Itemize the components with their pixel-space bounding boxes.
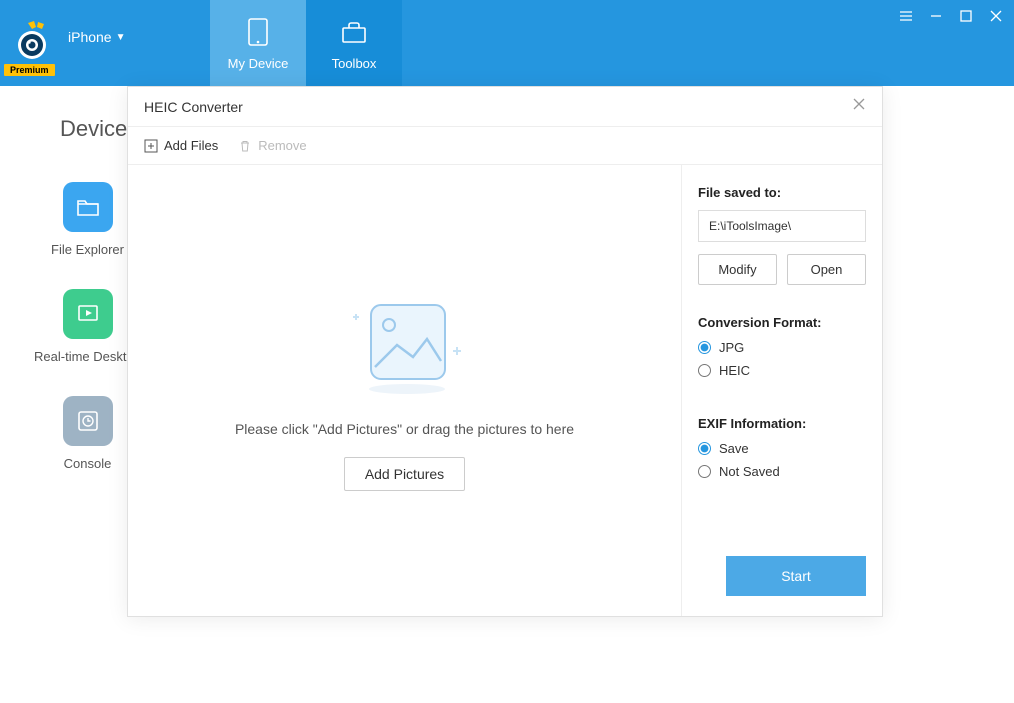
close-icon[interactable] (986, 6, 1006, 26)
window-controls (896, 6, 1006, 26)
dialog-body: Please click "Add Pictures" or drag the … (128, 165, 882, 616)
radio-heic[interactable]: HEIC (698, 363, 866, 378)
add-pictures-button[interactable]: Add Pictures (344, 457, 465, 491)
open-button[interactable]: Open (787, 254, 866, 285)
add-files-button[interactable]: Add Files (144, 138, 218, 153)
radio-input[interactable] (698, 341, 711, 354)
play-icon (63, 289, 113, 339)
premium-badge: Premium (4, 64, 55, 76)
radio-exif-not-saved[interactable]: Not Saved (698, 464, 866, 479)
drop-area[interactable]: Please click "Add Pictures" or drag the … (128, 165, 682, 616)
exif-label: EXIF Information: (698, 416, 866, 431)
nav-tabs: My Device Toolbox (210, 0, 402, 86)
close-icon[interactable] (852, 97, 866, 116)
tile-console[interactable]: Console (60, 396, 115, 473)
format-radio-group: JPG HEIC (698, 340, 866, 386)
radio-exif-save[interactable]: Save (698, 441, 866, 456)
start-button[interactable]: Start (726, 556, 866, 596)
minimize-icon[interactable] (926, 6, 946, 26)
tab-label: Toolbox (332, 56, 377, 71)
dialog-title: HEIC Converter (144, 99, 243, 115)
tile-label: File Explorer (51, 242, 124, 259)
caret-down-icon: ▼ (116, 32, 126, 43)
radio-input[interactable] (698, 465, 711, 478)
saved-to-label: File saved to: (698, 185, 866, 200)
radio-label: JPG (719, 340, 744, 355)
heic-converter-dialog: HEIC Converter Add Files Remove (127, 86, 883, 617)
device-name: iPhone (68, 29, 112, 45)
plus-box-icon (144, 139, 158, 153)
radio-input[interactable] (698, 364, 711, 377)
radio-input[interactable] (698, 442, 711, 455)
settings-pane: File saved to: E:\iToolsImage\ Modify Op… (682, 165, 882, 616)
trash-icon (238, 139, 252, 153)
dialog-titlebar: HEIC Converter (128, 87, 882, 127)
sidebar-title: Device (60, 116, 127, 142)
tab-my-device[interactable]: My Device (210, 0, 306, 86)
radio-label: HEIC (719, 363, 750, 378)
maximize-icon[interactable] (956, 6, 976, 26)
menu-icon[interactable] (896, 6, 916, 26)
format-label: Conversion Format: (698, 315, 866, 330)
radio-jpg[interactable]: JPG (698, 340, 866, 355)
radio-label: Not Saved (719, 464, 780, 479)
toolbox-icon (337, 16, 371, 50)
toolbar-label: Remove (258, 138, 306, 153)
tab-label: My Device (228, 56, 289, 71)
sidebar-tiles: File Explorer Real-time Desktop Console (60, 182, 127, 473)
saved-to-path: E:\iToolsImage\ (698, 210, 866, 242)
tile-file-explorer[interactable]: File Explorer (60, 182, 115, 259)
remove-button: Remove (238, 138, 306, 153)
tile-label: Console (64, 456, 112, 473)
device-selector[interactable]: iPhone ▼ (68, 29, 126, 45)
dialog-toolbar: Add Files Remove (128, 127, 882, 165)
exif-radio-group: Save Not Saved (698, 441, 866, 487)
app-logo-icon (8, 19, 56, 67)
path-buttons: Modify Open (698, 254, 866, 285)
image-placeholder-icon (335, 291, 475, 401)
toolbar-label: Add Files (164, 138, 218, 153)
tablet-icon (241, 16, 275, 50)
folder-icon (63, 182, 113, 232)
drop-hint-text: Please click "Add Pictures" or drag the … (235, 421, 574, 437)
radio-label: Save (719, 441, 749, 456)
app-header: Premium iPhone ▼ My Device Toolbox (0, 0, 1014, 86)
tile-label: Real-time Desktop (34, 349, 141, 366)
tile-realtime-desktop[interactable]: Real-time Desktop (60, 289, 115, 366)
modify-button[interactable]: Modify (698, 254, 777, 285)
clock-icon (63, 396, 113, 446)
logo-area: Premium iPhone ▼ (0, 0, 210, 86)
tab-toolbox[interactable]: Toolbox (306, 0, 402, 86)
